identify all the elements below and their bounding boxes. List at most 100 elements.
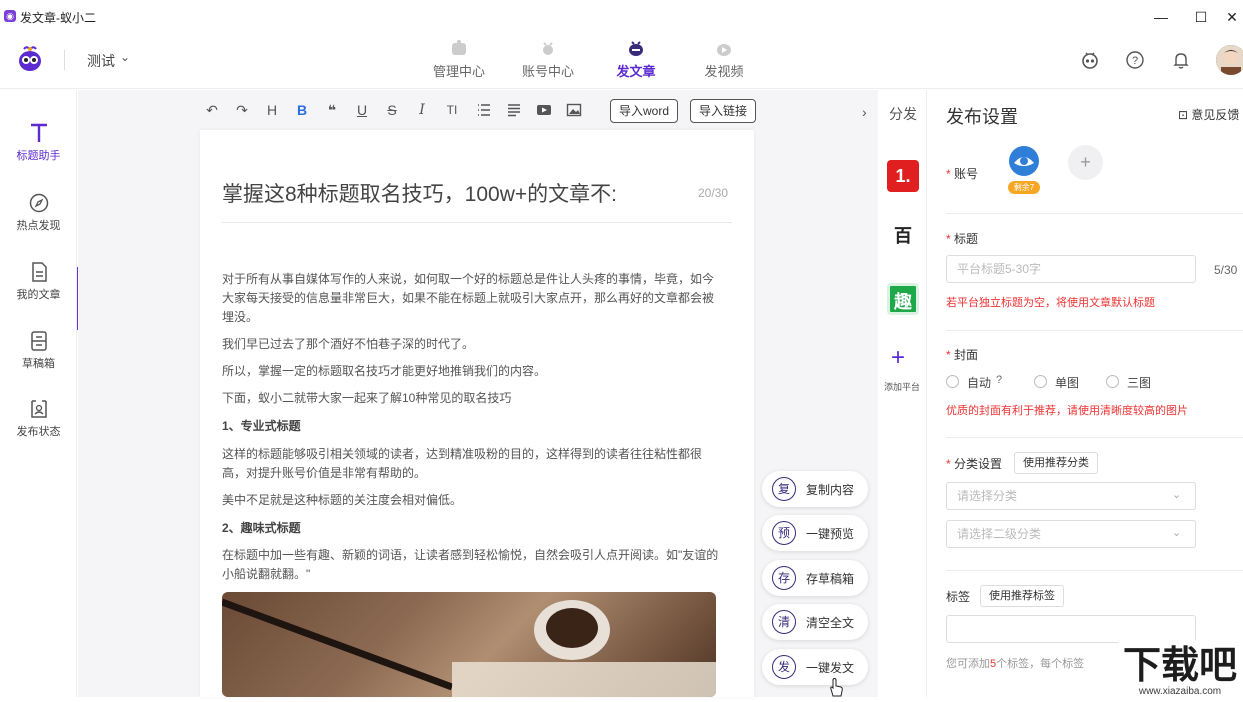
sidebar-item-label: 标题助手 [16, 150, 61, 162]
tab-label: 管理中心 [432, 64, 485, 79]
import-link-button[interactable]: 导入链接 [690, 99, 756, 123]
required-mark: * [946, 232, 955, 246]
underline-button[interactable]: U [350, 96, 374, 124]
tab-management-center[interactable]: 管理中心 [419, 35, 499, 85]
import-word-button[interactable]: 导入word [610, 99, 678, 123]
article-paragraph[interactable]: 下面，蚁小二就带大家一起来了解10种常见的取名技巧 [222, 389, 724, 408]
preview-badge-icon: 预 [772, 521, 796, 545]
article-editor[interactable]: 掌握这8种标题取名技巧，100w+的文章不: 20/30 对于所有从事自媒体写作… [200, 130, 754, 697]
list-icon[interactable] [476, 102, 492, 118]
article-paragraph[interactable]: 美中不足就是这种标题的关注度会相对偏低。 [222, 491, 724, 510]
article-paragraph[interactable]: 所以，掌握一定的标题取名技巧才能更好地推销我们的内容。 [222, 362, 724, 381]
video-insert-icon[interactable] [536, 102, 552, 118]
editor-toolbar: ↶ ↷ H B ❝ U S I TI 导入word 导入链接 [200, 96, 760, 126]
hand-cursor-icon [830, 678, 843, 697]
tab-publish-article[interactable]: 发文章 [596, 35, 676, 85]
sidebar-item-drafts[interactable]: 草稿箱 [0, 330, 77, 371]
quote-button[interactable]: ❝ [320, 96, 344, 124]
article-paragraph[interactable]: 对于所有从事自媒体写作的人来说，如何取一个好的标题总是件让人头疼的事情，毕竟，如… [222, 270, 724, 327]
category-select[interactable]: 请选择分类 [946, 482, 1196, 510]
sidebar-item-label: 热点发现 [16, 220, 61, 232]
article-paragraph[interactable]: 我们早已过去了那个酒好不怕巷子深的时代了。 [222, 335, 724, 354]
account-avatar[interactable] [1008, 145, 1040, 177]
publish-button[interactable]: 发 一键发文 [762, 649, 868, 685]
cover-triple-radio[interactable] [1106, 375, 1119, 388]
subcategory-select[interactable]: 请选择二级分类 [946, 520, 1196, 548]
redo-icon[interactable]: ↷ [230, 96, 254, 124]
bold-button[interactable]: B [290, 96, 314, 124]
chevron-down-icon[interactable]: ⌄ [1172, 488, 1181, 501]
tag-input[interactable] [946, 615, 1196, 643]
sidebar-item-title-helper[interactable]: 标题助手 [0, 122, 77, 163]
bell-icon[interactable] [1170, 49, 1192, 71]
chevron-down-icon[interactable]: ⌄ [1172, 526, 1181, 539]
sidebar-item-publish-status[interactable]: 发布状态 [0, 398, 77, 439]
account-label-text: 账号 [954, 167, 979, 181]
add-account-button[interactable]: + [1068, 145, 1103, 180]
maximize-button[interactable]: ☐ [1186, 6, 1216, 28]
question-icon[interactable]: ? [996, 374, 1002, 386]
tag-hint-pre: 您可添加 [946, 658, 990, 670]
feedback-link[interactable]: ⊡ 意见反馈 [1178, 106, 1239, 123]
platform-baijia-icon[interactable]: 百 [887, 220, 919, 252]
action-label: 清空全文 [806, 616, 855, 630]
chevron-down-icon[interactable]: ⌄ [120, 50, 130, 64]
font-size-button[interactable]: TI [440, 96, 464, 124]
recommend-category-button[interactable]: 使用推荐分类 [1014, 452, 1098, 474]
required-mark: * [946, 348, 955, 362]
svg-text:www.xiazaiba.com: www.xiazaiba.com [1138, 686, 1221, 697]
category-label: * 分类设置 [946, 455, 1002, 472]
heading-button[interactable]: H [260, 96, 284, 124]
mascot-icon[interactable] [1079, 49, 1101, 71]
add-platform-label[interactable]: 添加平台 [884, 380, 920, 393]
platform-yidian-icon[interactable]: 1. [887, 160, 919, 192]
preview-button[interactable]: 预 一键预览 [762, 515, 868, 551]
article-heading[interactable]: 1、专业式标题 [222, 417, 724, 436]
recommend-tag-button[interactable]: 使用推荐标签 [980, 585, 1064, 607]
minimize-button[interactable]: — [1146, 6, 1176, 28]
platform-column: › 分发 1. 百 趣 + 添加平台 [862, 90, 927, 697]
required-mark: * [946, 167, 955, 181]
save-draft-button[interactable]: 存 存草稿箱 [762, 560, 868, 596]
article-paragraph[interactable]: 在标题中加一些有趣、新颖的词语，让读者感到轻松愉悦，自然会吸引人点开阅读。如"友… [222, 546, 724, 584]
cover-option-auto[interactable]: 自动 [967, 374, 991, 391]
cover-option-triple[interactable]: 三图 [1127, 374, 1151, 391]
collapse-arrow-icon[interactable]: › [862, 104, 867, 120]
ant-logo-icon[interactable] [14, 43, 46, 75]
copy-content-button[interactable]: 复 复制内容 [762, 471, 868, 507]
cover-auto-radio[interactable] [946, 375, 959, 388]
distribute-toggle[interactable]: 分发 [889, 104, 917, 124]
sidebar-item-hot-topics[interactable]: 热点发现 [0, 192, 77, 233]
user-avatar[interactable] [1216, 45, 1243, 75]
tab-publish-video[interactable]: 发视频 [684, 35, 764, 85]
feedback-icon: ⊡ [1178, 108, 1189, 122]
title-char-count: 20/30 [698, 186, 729, 200]
headline-input[interactable]: 平台标题5-30字 [946, 255, 1196, 283]
article-paragraph[interactable]: 这样的标题能够吸引相关领域的读者，达到精准吸粉的目的，这样得到的读者往往粘性都很… [222, 445, 724, 483]
platform-qutoutiao-icon[interactable]: 趣 [887, 283, 919, 315]
article-title-input[interactable]: 掌握这8种标题取名技巧，100w+的文章不: [222, 178, 682, 208]
clear-all-button[interactable]: 清 清空全文 [762, 604, 868, 640]
help-icon[interactable]: ? [1124, 49, 1146, 71]
tab-account-center[interactable]: 账号中心 [508, 35, 588, 85]
italic-button[interactable]: I [410, 96, 434, 124]
drafts-icon [30, 331, 47, 351]
strikethrough-button[interactable]: S [380, 96, 404, 124]
status-icon [30, 400, 47, 418]
undo-icon[interactable]: ↶ [200, 96, 224, 124]
cover-option-single[interactable]: 单图 [1055, 374, 1079, 391]
svg-text:?: ? [1132, 55, 1138, 67]
tab-label: 发视频 [704, 64, 744, 79]
align-icon[interactable] [506, 102, 522, 118]
headline-hint: 若平台独立标题为空，将使用文章默认标题 [946, 297, 1155, 309]
sidebar-item-my-articles[interactable]: 我的文章 [0, 261, 77, 302]
add-platform-icon[interactable]: + [891, 346, 905, 370]
article-image[interactable] [222, 592, 716, 697]
action-label: 一键预览 [806, 527, 855, 541]
tag-hint: 您可添加5个标签，每个标签 [946, 655, 1084, 671]
cover-single-radio[interactable] [1034, 375, 1047, 388]
image-insert-icon[interactable] [566, 102, 582, 118]
workspace-selector[interactable]: 测试 [87, 51, 115, 71]
close-button[interactable]: ✕ [1222, 6, 1242, 28]
article-heading[interactable]: 2、趣味式标题 [222, 519, 724, 538]
